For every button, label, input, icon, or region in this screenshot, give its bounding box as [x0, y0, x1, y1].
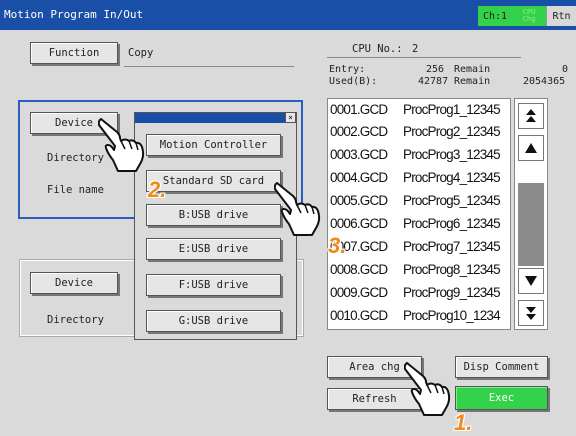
file-name: 0001.GCD [330, 102, 388, 117]
step-1-label: 1. [454, 410, 473, 435]
pointing-hand-icon [404, 362, 451, 416]
double-up-arrow-icon [526, 109, 536, 122]
destination-directory-label: Directory [47, 314, 104, 326]
function-button[interactable]: Function [30, 42, 118, 64]
function-underline [124, 66, 294, 67]
program-name: ProcProg3_12345 [403, 147, 501, 162]
list-item[interactable]: 0001.GCD ProcProg1_12345 [328, 100, 512, 121]
cpu-change-line2: Chg [522, 15, 536, 23]
used-remain-value: 2054365 [523, 76, 566, 87]
program-name: ProcProg4_12345 [403, 170, 501, 185]
down-arrow-icon [525, 276, 537, 286]
file-name: 0003.GCD [330, 147, 388, 162]
list-item[interactable]: 0005.GCD ProcProg5_12345 [328, 191, 512, 212]
display-comment-button[interactable]: Disp Comment [455, 356, 548, 378]
list-item[interactable]: 0008.GCD ProcProg8_12345 [328, 260, 512, 281]
list-item[interactable]: 0002.GCD ProcProg2_12345 [328, 122, 512, 143]
file-name: 0009.GCD [330, 285, 388, 300]
option-b-usb-drive[interactable]: B:USB drive [146, 204, 281, 226]
cpu-no-label: CPU No.: [352, 43, 403, 55]
entry-value: 256 [426, 64, 445, 75]
program-name: ProcProg5_12345 [403, 193, 501, 208]
list-scrollbar[interactable] [514, 98, 548, 330]
file-name: 0002.GCD [330, 124, 388, 139]
list-item[interactable]: 0009.GCD ProcProg9_12345 [328, 283, 512, 304]
entry-remain-value: 0 [562, 64, 569, 75]
option-e-usb-drive[interactable]: E:USB drive [146, 238, 281, 260]
program-name: ProcProg8_12345 [403, 262, 501, 277]
pointing-hand-icon [274, 182, 321, 236]
return-button[interactable]: Rtn [546, 6, 576, 26]
entry-remain-label: Remain [454, 64, 491, 75]
used-label: Used(B): [329, 76, 378, 87]
step-3-label: 3. [328, 233, 347, 258]
double-down-arrow-icon [526, 307, 536, 320]
execute-button[interactable]: Exec [455, 386, 548, 410]
list-item[interactable]: 0004.GCD ProcProg4_12345 [328, 168, 512, 189]
scroll-down-button[interactable] [518, 268, 544, 294]
file-name: 0008.GCD [330, 262, 388, 277]
entry-label: Entry: [329, 64, 366, 75]
option-f-usb-drive[interactable]: F:USB drive [146, 274, 281, 296]
file-name: 0004.GCD [330, 170, 388, 185]
destination-device-button[interactable]: Device [30, 272, 118, 294]
file-name: 0006.GCD [330, 216, 388, 231]
close-icon[interactable]: × [285, 112, 296, 123]
scroll-bottom-button[interactable] [518, 300, 544, 326]
source-directory-label: Directory [47, 152, 104, 164]
program-name: ProcProg9_12345 [403, 285, 501, 300]
program-name: ProcProg2_12345 [403, 124, 501, 139]
file-name: 0010.GCD [330, 308, 388, 323]
program-name: ProcProg7_12345 [403, 239, 501, 254]
cpu-no-underline [327, 57, 521, 58]
file-name: 0005.GCD [330, 193, 388, 208]
list-item[interactable]: 0006.GCD ProcProg6_12345 [328, 214, 512, 235]
list-item[interactable]: 0007.GCD ProcProg7_12345 [328, 237, 512, 258]
pointing-hand-icon [98, 118, 145, 172]
used-remain-label: Remain [454, 76, 491, 87]
function-value: Copy [128, 47, 154, 59]
list-item[interactable]: 0010.GCD ProcProg10_1234 [328, 306, 512, 327]
title-bar: Motion Program In/Out Ch:1 CPU Chg Rtn [0, 0, 576, 30]
list-item[interactable]: 0003.GCD ProcProg3_12345 [328, 145, 512, 166]
popup-title-bar [135, 113, 296, 123]
source-filename-label: File name [47, 184, 104, 196]
program-list[interactable]: 0001.GCD ProcProg1_12345 0002.GCD ProcProg… [327, 98, 511, 330]
cpu-no-value: 2 [412, 43, 419, 55]
option-g-usb-drive[interactable]: G:USB drive [146, 310, 281, 332]
scroll-thumb[interactable] [518, 183, 544, 266]
used-value: 42787 [418, 76, 449, 87]
option-motion-controller[interactable]: Motion Controller [146, 134, 281, 156]
scroll-up-button[interactable] [518, 135, 544, 161]
scroll-top-button[interactable] [518, 103, 544, 129]
program-name: ProcProg10_1234 [403, 308, 501, 323]
up-arrow-icon [525, 143, 537, 153]
program-name: ProcProg6_12345 [403, 216, 501, 231]
step-2-label: 2. [148, 177, 167, 202]
window-title: Motion Program In/Out [4, 8, 144, 21]
channel-indicator: Ch:1 [478, 6, 512, 26]
cpu-change-button[interactable]: CPU Chg [512, 6, 546, 26]
program-name: ProcProg1_12345 [403, 102, 501, 117]
